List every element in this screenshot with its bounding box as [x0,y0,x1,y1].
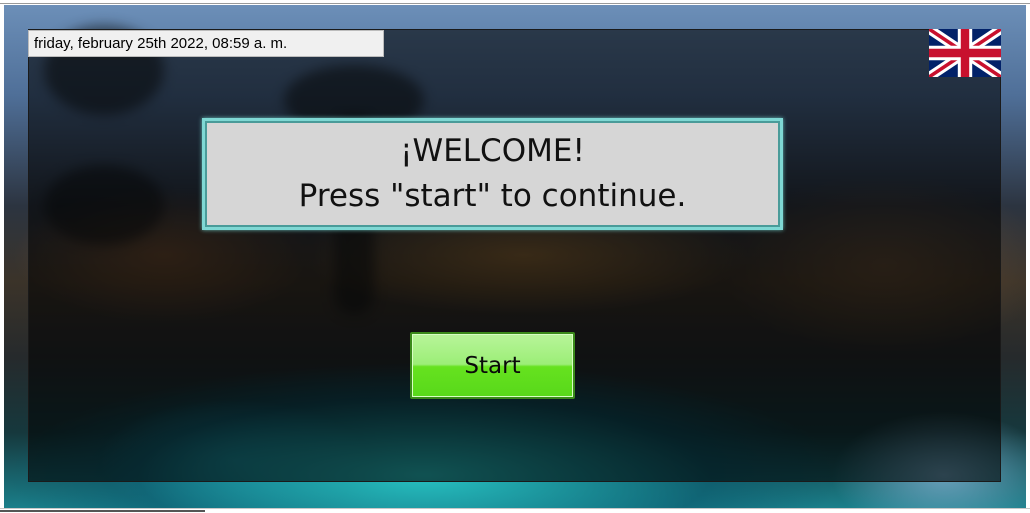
start-button[interactable]: Start [410,332,575,399]
datetime-label: friday, february 25th 2022, 08:59 a. m. [28,30,384,57]
start-button-label: Start [464,352,521,379]
dark-overlay-panel [28,29,1001,482]
uk-flag-icon[interactable] [929,29,1001,77]
welcome-title: ¡WELCOME! [400,133,585,169]
welcome-message-box: ¡WELCOME! Press "start" to continue. [202,118,783,230]
window-top-border [0,0,1030,4]
taskbar-edge [0,510,205,512]
kiosk-window: friday, february 25th 2022, 08:59 a. m. … [0,0,1030,513]
welcome-instruction: Press "start" to continue. [298,178,687,214]
